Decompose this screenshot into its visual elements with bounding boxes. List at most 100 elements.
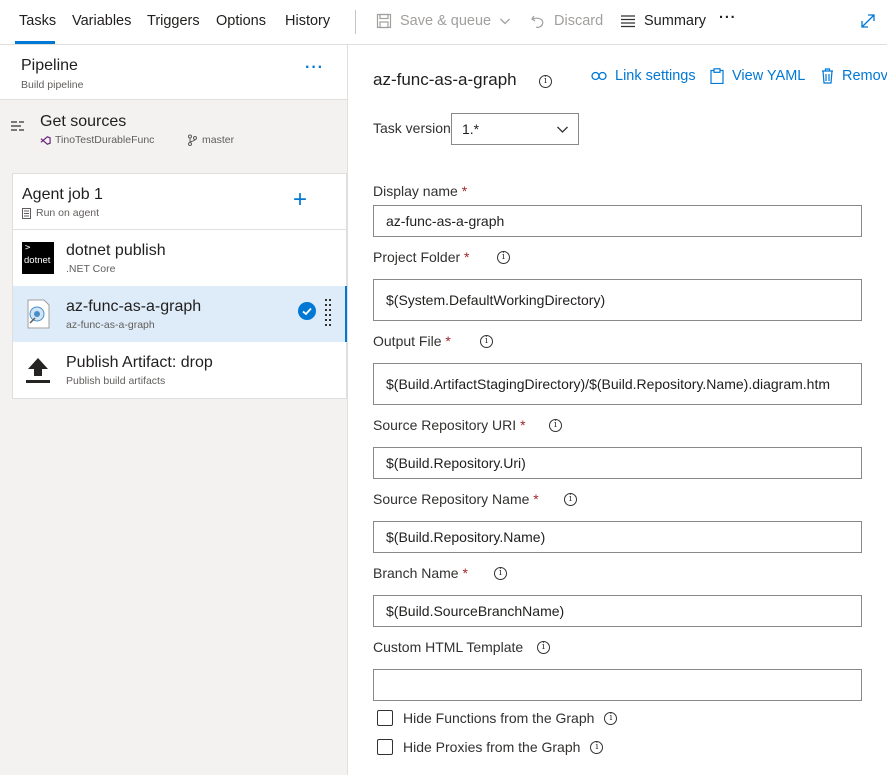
tab-history[interactable]: History (285, 13, 330, 29)
task-subtitle: Publish build artifacts (66, 375, 166, 387)
get-sources-repo: TinoTestDurableFunc (40, 134, 154, 146)
custom-html-template-label: Custom HTML Template (373, 639, 523, 655)
branch-name-input[interactable]: $(Build.SourceBranchName) (373, 595, 862, 627)
info-icon[interactable]: i (497, 251, 510, 264)
save-queue-button[interactable]: Save & queue (376, 13, 511, 29)
remove-button[interactable]: Remove (821, 68, 887, 84)
display-name-label: Display name * (373, 183, 467, 199)
visual-studio-icon (40, 135, 51, 145)
output-file-label: Output File * (373, 333, 451, 349)
get-sources-branch: master (187, 134, 234, 146)
tab-variables[interactable]: Variables (72, 13, 131, 29)
task-title: dotnet publish (66, 242, 166, 259)
hide-proxies-checkbox-row[interactable]: Hide Proxies from the Graph i (377, 739, 604, 755)
field-label-text: Source Repository URI (373, 417, 517, 433)
project-folder-label: Project Folder * (373, 249, 470, 265)
task-item-dotnet-publish[interactable]: > dotnet dotnet publish .NET Core (13, 230, 346, 286)
display-name-input[interactable]: az-func-as-a-graph (373, 205, 862, 237)
info-icon[interactable]: i (564, 493, 577, 506)
add-task-button[interactable]: + (293, 188, 307, 212)
task-item-az-func-as-a-graph[interactable]: az-func-as-a-graph az-func-as-a-graph (13, 286, 347, 342)
clipboard-icon (710, 68, 724, 84)
required-marker: * (520, 417, 526, 433)
summary-button[interactable]: Summary (620, 13, 706, 29)
pipeline-header[interactable]: Pipeline Build pipeline ··· (0, 45, 347, 100)
field-label-text: Source Repository Name (373, 491, 530, 507)
branch-icon (188, 134, 197, 146)
info-icon[interactable]: i (537, 641, 550, 654)
agent-job-item[interactable]: Agent job 1 Run on agent + (13, 174, 346, 230)
task-item-publish-artifact[interactable]: Publish Artifact: drop Publish build art… (13, 342, 346, 398)
source-repo-uri-input[interactable]: $(Build.Repository.Uri) (373, 447, 862, 479)
dotnet-icon: > dotnet (22, 242, 54, 274)
field-label-text: Project Folder (373, 249, 461, 265)
info-icon[interactable]: i (480, 335, 493, 348)
view-yaml-label: View YAML (732, 68, 806, 84)
output-file-input[interactable]: $(Build.ArtifactStagingDirectory)/$(Buil… (373, 363, 862, 405)
task-version-select[interactable]: 1.* (451, 113, 579, 145)
drag-handle-icon[interactable] (325, 299, 333, 327)
view-yaml-button[interactable]: View YAML (710, 68, 805, 84)
info-icon[interactable]: i (549, 419, 562, 432)
tab-options[interactable]: Options (216, 13, 266, 29)
source-repo-name-input[interactable]: $(Build.Repository.Name) (373, 521, 862, 553)
discard-label: Discard (554, 13, 604, 29)
link-icon (591, 71, 607, 81)
get-sources-title: Get sources (40, 113, 127, 130)
source-repo-name-label: Source Repository Name * (373, 491, 539, 507)
sources-icon (11, 121, 24, 131)
task-list: Agent job 1 Run on agent + > dotnet dotn… (12, 173, 347, 399)
remove-label: Remove (842, 68, 887, 84)
agent-job-subtitle: Run on agent (22, 207, 99, 219)
summary-label: Summary (644, 13, 707, 29)
info-icon[interactable]: i (494, 567, 507, 580)
get-sources-item[interactable]: Get sources TinoTestDurableFunc master (0, 101, 347, 161)
info-icon[interactable]: i (539, 75, 552, 88)
custom-html-template-input[interactable] (373, 669, 862, 701)
required-marker: * (464, 249, 470, 265)
active-tab-indicator (15, 41, 55, 44)
required-marker: * (461, 183, 468, 199)
link-settings-button[interactable]: Link settings (591, 68, 696, 84)
tab-triggers[interactable]: Triggers (147, 13, 200, 29)
pipeline-subtitle: Build pipeline (21, 79, 84, 91)
required-marker: * (445, 333, 451, 349)
task-detail-panel: az-func-as-a-graph i Link settings View … (348, 45, 887, 775)
tab-tasks[interactable]: Tasks (19, 13, 56, 29)
server-icon (22, 207, 31, 219)
hide-proxies-checkbox[interactable] (377, 739, 393, 755)
pipeline-panel: Pipeline Build pipeline ··· Get sources … (0, 45, 348, 775)
task-version-label: Task version (373, 120, 451, 136)
more-actions-button[interactable]: ··· (719, 10, 737, 26)
hide-functions-checkbox[interactable] (377, 710, 393, 726)
discard-button[interactable]: Discard (530, 13, 603, 29)
selection-indicator (345, 286, 347, 342)
graph-task-icon (27, 299, 50, 329)
top-toolbar: Tasks Variables Triggers Options History… (0, 0, 887, 45)
task-subtitle: az-func-as-a-graph (66, 319, 155, 331)
agent-job-subtitle-text: Run on agent (36, 207, 100, 219)
branch-name: master (202, 134, 235, 146)
info-icon[interactable]: i (590, 740, 604, 754)
chevron-down-icon (557, 126, 568, 133)
required-marker: * (462, 565, 468, 581)
field-label-text: Output File (373, 333, 442, 349)
hide-proxies-label: Hide Proxies from the Graph (403, 739, 581, 755)
info-icon[interactable]: i (604, 711, 618, 725)
list-icon (621, 15, 635, 28)
dotnet-icon-label: dotnet (24, 255, 51, 266)
toolbar-divider (355, 10, 356, 34)
branch-name-label: Branch Name * (373, 565, 468, 581)
source-repo-uri-label: Source Repository URI * (373, 417, 526, 433)
pipeline-title: Pipeline (21, 57, 78, 74)
repo-name: TinoTestDurableFunc (55, 134, 155, 146)
hide-functions-checkbox-row[interactable]: Hide Functions from the Graph i (377, 710, 618, 726)
pipeline-more-button[interactable]: ··· (305, 59, 324, 77)
required-marker: * (533, 491, 539, 507)
expand-icon[interactable] (860, 13, 876, 29)
upload-icon (26, 358, 50, 383)
project-folder-input[interactable]: $(System.DefaultWorkingDirectory) (373, 279, 862, 321)
undo-icon (531, 15, 544, 28)
task-detail-title: az-func-as-a-graph (373, 70, 517, 89)
save-queue-label: Save & queue (400, 13, 492, 29)
